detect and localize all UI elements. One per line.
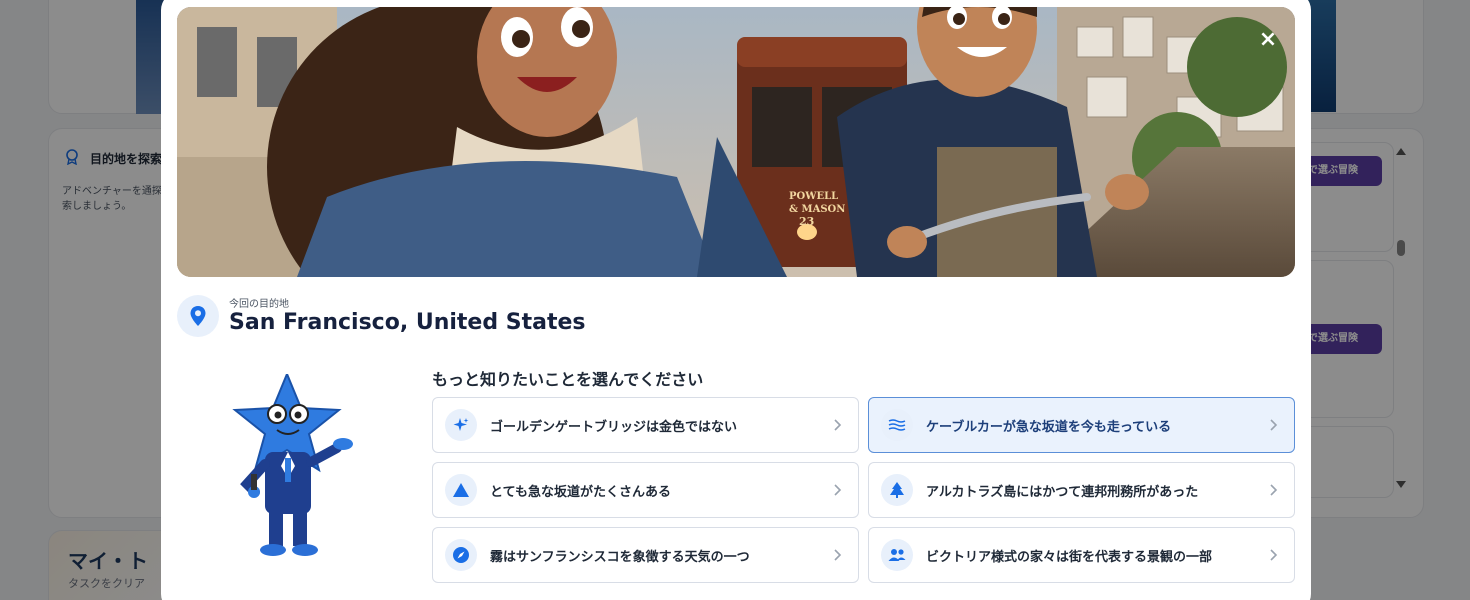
sparkle-icon (445, 409, 477, 441)
svg-text:& MASON: & MASON (789, 204, 845, 215)
chevron-right-icon (1270, 419, 1278, 431)
close-button[interactable]: × (1255, 27, 1281, 53)
fact-option[interactable]: ビクトリア様式の家々は街を代表する景観の一部 (868, 527, 1295, 583)
location-pin-icon (177, 295, 219, 337)
tree-icon (881, 474, 913, 506)
hero-illustration: POWELL & MASON 23 (177, 7, 1295, 277)
destination-label: 今回の目的地 (229, 299, 289, 310)
star-mascot-icon (227, 371, 367, 559)
chevron-right-icon (834, 419, 842, 431)
chevron-right-icon (834, 484, 842, 496)
fact-option-label: 霧はサンフランシスコを象徴する天気の一つ (490, 549, 750, 565)
fact-option-label: ケーブルカーが急な坂道を今も走っている (926, 419, 1172, 435)
fact-option-label: アルカトラズ島にはかつて連邦刑務所があった (926, 484, 1199, 500)
chevron-right-icon (834, 549, 842, 561)
fact-option[interactable]: とても急な坂道がたくさんある (432, 462, 859, 518)
chevron-right-icon (1270, 549, 1278, 561)
triangle-icon (445, 474, 477, 506)
fact-option-label: とても急な坂道がたくさんある (490, 484, 671, 500)
destination-modal: POWELL & MASON 23 × 今回の目的地 San Francisco… (161, 0, 1311, 600)
fact-options-grid: ゴールデンゲートブリッジは金色ではない ケーブルカーが急な坂道を今も走っている … (432, 397, 1295, 583)
fact-option[interactable]: アルカトラズ島にはかつて連邦刑務所があった (868, 462, 1295, 518)
chevron-right-icon (1270, 484, 1278, 496)
waves-icon (881, 409, 913, 441)
people-icon (881, 539, 913, 571)
svg-text:23: 23 (799, 215, 814, 228)
question-prompt: もっと知りたいことを選んでください (432, 370, 704, 389)
compass-icon (445, 539, 477, 571)
svg-text:POWELL: POWELL (789, 191, 838, 202)
fact-option[interactable]: ゴールデンゲートブリッジは金色ではない (432, 397, 859, 453)
fact-option-selected[interactable]: ケーブルカーが急な坂道を今も走っている (868, 397, 1295, 453)
fact-option-label: ゴールデンゲートブリッジは金色ではない (490, 419, 738, 435)
destination-name: San Francisco, United States (229, 310, 586, 335)
fact-option[interactable]: 霧はサンフランシスコを象徴する天気の一つ (432, 527, 859, 583)
fact-option-label: ビクトリア様式の家々は街を代表する景観の一部 (926, 549, 1213, 565)
hero-image: POWELL & MASON 23 × (177, 7, 1295, 277)
